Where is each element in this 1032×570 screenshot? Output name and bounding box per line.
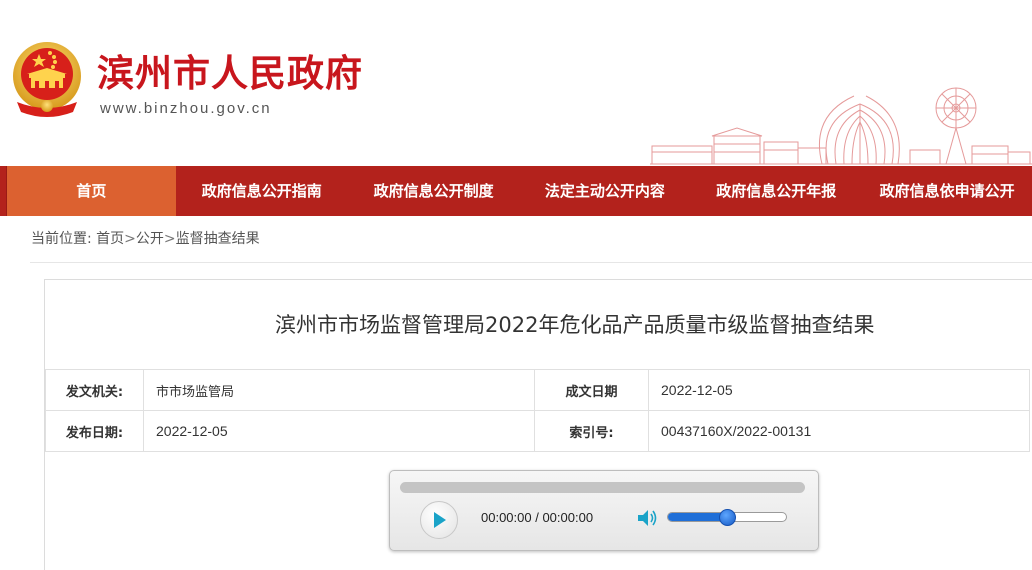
site-domain: www.binzhou.gov.cn <box>100 100 272 117</box>
volume-slider-handle[interactable] <box>719 509 736 526</box>
index-number-label: 索引号: <box>534 410 649 452</box>
volume-slider[interactable] <box>667 509 787 526</box>
article-title: 滨州市市场监督管理局2022年危化品产品质量市级监督抽查结果 <box>275 313 875 337</box>
main-nav: 首页 政府信息公开指南 政府信息公开制度 法定主动公开内容 政府信息公开年报 政… <box>0 166 1032 216</box>
index-number-value: 00437160X/2022-00131 <box>648 410 1030 452</box>
speaker-icon[interactable] <box>637 509 659 527</box>
nav-item-disclosure-system[interactable]: 政府信息公开制度 <box>348 166 520 216</box>
created-date-value: 2022-12-05 <box>648 369 1030 411</box>
breadcrumb-separator: > <box>163 231 176 247</box>
breadcrumb-public[interactable]: 公开 <box>136 231 164 247</box>
audio-player: 00:00:00 / 00:00:00 <box>389 470 819 551</box>
breadcrumb-home[interactable]: 首页 <box>96 231 124 247</box>
audio-progress-bar[interactable] <box>400 482 805 493</box>
site-header: 滨州市人民政府 www.binzhou.gov.cn <box>0 0 1032 166</box>
city-skyline-decoration <box>650 87 1032 165</box>
created-date-label: 成文日期 <box>534 369 649 411</box>
breadcrumb-divider <box>30 262 1032 263</box>
table-row: 发布日期: 2022-12-05 索引号: 00437160X/2022-001… <box>45 410 1030 452</box>
breadcrumb: 当前位置: 首页>公开>监督抽查结果 <box>31 228 260 248</box>
nav-item-annual-report[interactable]: 政府信息公开年报 <box>690 166 862 216</box>
play-button[interactable] <box>420 501 458 539</box>
issuer-value: 市市场监管局 <box>143 369 535 411</box>
national-emblem-icon[interactable] <box>9 40 85 120</box>
issuer-label: 发文机关: <box>45 369 144 411</box>
published-date-label: 发布日期: <box>45 410 144 452</box>
play-icon <box>434 512 446 528</box>
nav-item-statutory-content[interactable]: 法定主动公开内容 <box>520 166 691 216</box>
article-meta-table: 发文机关: 市市场监管局 成文日期 2022-12-05 发布日期: 2022-… <box>45 369 1030 452</box>
nav-edge <box>0 166 7 216</box>
breadcrumb-current[interactable]: 监督抽查结果 <box>176 231 260 247</box>
nav-item-request-disclosure[interactable]: 政府信息依申请公开 <box>862 166 1032 216</box>
nav-item-disclosure-guide[interactable]: 政府信息公开指南 <box>176 166 348 216</box>
breadcrumb-separator: > <box>124 231 136 247</box>
site-title[interactable]: 滨州市人民政府 <box>97 50 363 98</box>
nav-item-home[interactable]: 首页 <box>7 166 176 216</box>
table-row: 发文机关: 市市场监管局 成文日期 2022-12-05 <box>45 369 1030 411</box>
breadcrumb-prefix: 当前位置: <box>31 231 92 247</box>
audio-time-display: 00:00:00 / 00:00:00 <box>481 510 594 525</box>
published-date-value: 2022-12-05 <box>143 410 535 452</box>
